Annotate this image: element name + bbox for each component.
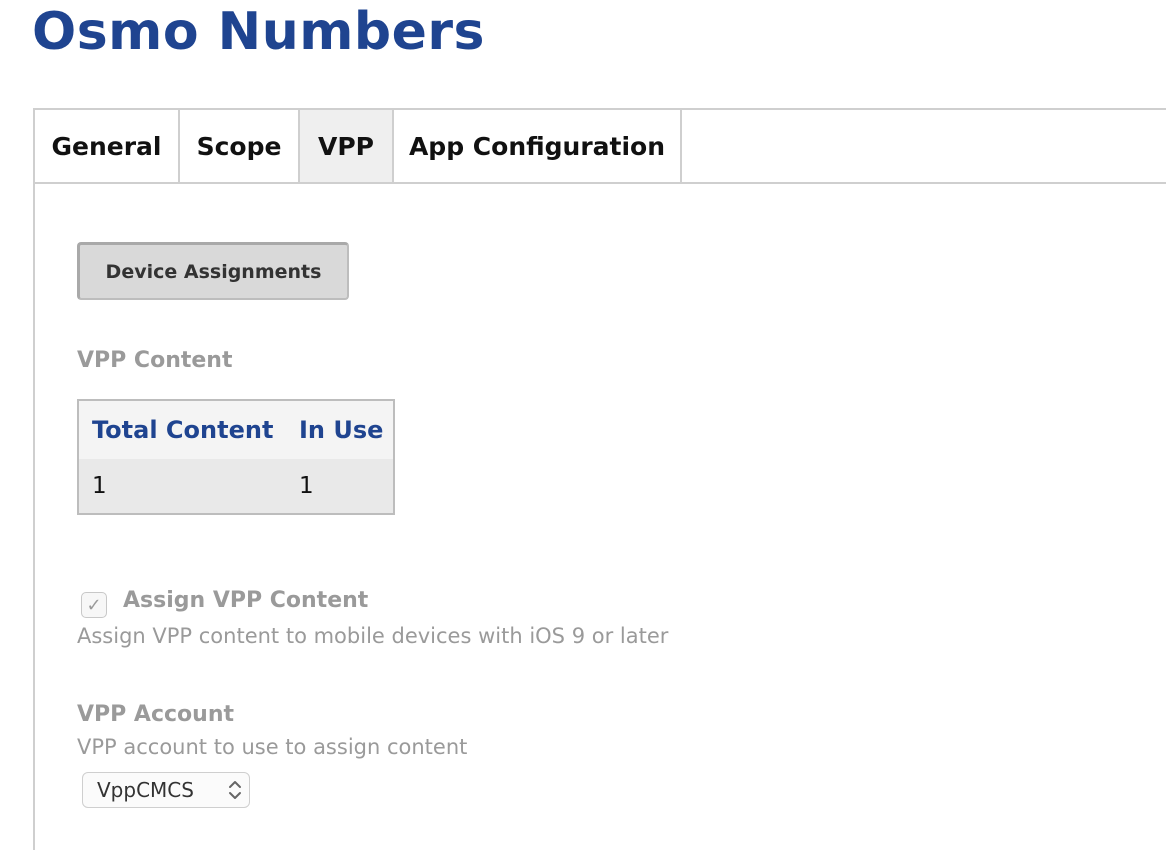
assign-vpp-content-label: Assign VPP Content [123, 588, 369, 613]
chevron-up-down-icon [229, 781, 241, 799]
tab-app-configuration[interactable]: App Configuration [394, 110, 682, 182]
tab-vpp[interactable]: VPP [300, 110, 394, 182]
cell-in-use: 1 [299, 473, 314, 499]
vpp-account-selected-value: VppCMCS [97, 778, 194, 802]
table-header-row: Total Content In Use [79, 401, 393, 459]
page-title: Osmo Numbers [32, 2, 485, 62]
assign-vpp-content-checkbox[interactable]: ✓ [81, 592, 107, 618]
assign-vpp-content-description: Assign VPP content to mobile devices wit… [77, 624, 669, 648]
checkmark-icon: ✓ [86, 594, 102, 616]
tab-general[interactable]: General [35, 110, 180, 182]
vpp-account-select[interactable]: VppCMCS [82, 772, 250, 808]
table-row: 1 1 [79, 459, 393, 513]
column-header-total-content: Total Content [92, 416, 274, 444]
cell-total-content: 1 [92, 473, 107, 499]
content-panel: General Scope VPP App Configuration Devi… [33, 108, 1166, 850]
tab-scope[interactable]: Scope [180, 110, 300, 182]
vpp-content-label: VPP Content [77, 348, 233, 373]
vpp-account-description: VPP account to use to assign content [77, 735, 468, 759]
tab-bar: General Scope VPP App Configuration [35, 110, 1166, 184]
column-header-in-use: In Use [299, 416, 384, 444]
vpp-account-label: VPP Account [77, 702, 234, 727]
vpp-content-table: Total Content In Use 1 1 [77, 399, 395, 515]
device-assignments-button[interactable]: Device Assignments [77, 242, 349, 300]
